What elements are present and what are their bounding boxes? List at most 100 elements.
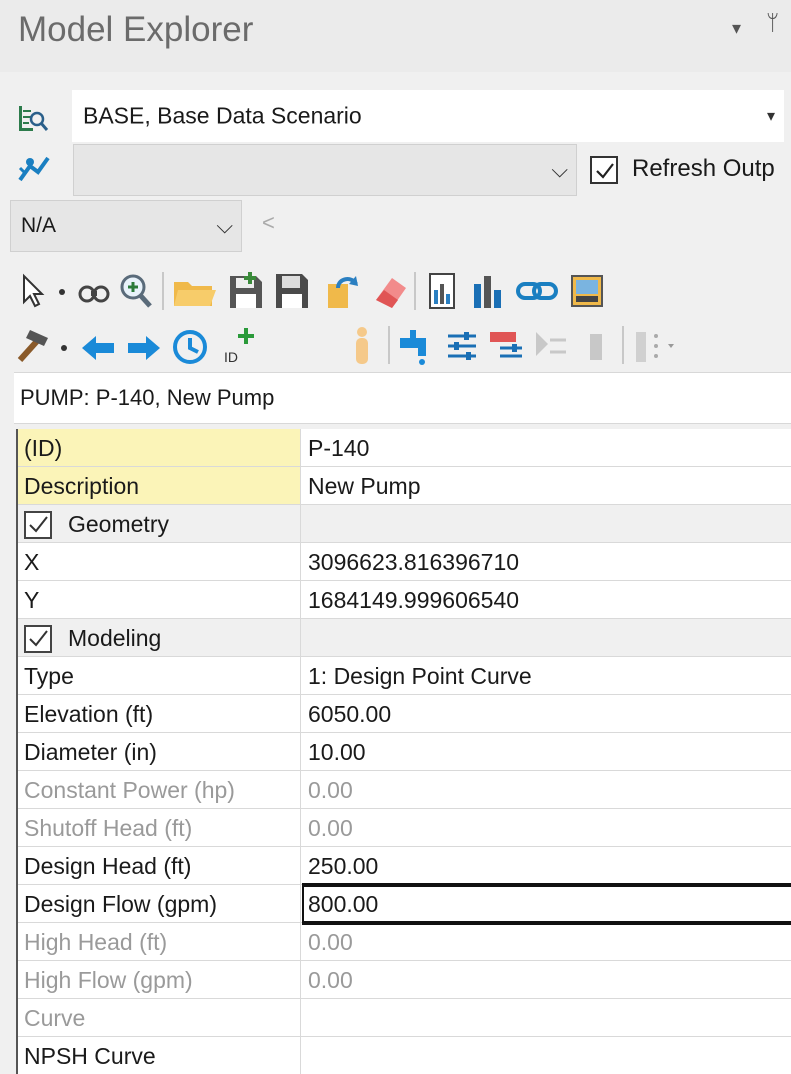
alternative-dropdown[interactable]: ⌵: [73, 144, 577, 196]
property-row[interactable]: Design Head (ft) 250.00: [18, 847, 791, 885]
property-row[interactable]: Elevation (ft) 6050.00: [18, 695, 791, 733]
image-icon[interactable]: [566, 270, 606, 312]
collapse-checkbox[interactable]: [24, 511, 52, 539]
person-icon[interactable]: [342, 324, 382, 366]
property-label: Constant Power (hp): [24, 777, 235, 803]
pin-icon[interactable]: ᛘ: [766, 10, 779, 36]
trash-icon[interactable]: [576, 324, 616, 366]
property-value[interactable]: P-140: [308, 435, 369, 462]
property-label: High Head (ft): [24, 929, 168, 955]
timestep-dropdown[interactable]: N/A ⌵: [10, 200, 242, 252]
property-row[interactable]: Shutoff Head (ft) 0.00: [18, 809, 791, 847]
arrow-right-icon[interactable]: [124, 324, 164, 366]
property-label: Description: [24, 473, 140, 499]
toolbar-separator: [622, 326, 624, 364]
category-label: Geometry: [68, 511, 169, 537]
pointer-dropdown-icon[interactable]: [54, 270, 74, 312]
property-value[interactable]: 10.00: [308, 739, 366, 766]
property-row[interactable]: (ID) P-140: [18, 429, 791, 467]
property-row[interactable]: Description New Pump: [18, 467, 791, 505]
property-label: Design Flow (gpm): [24, 891, 217, 917]
history-icon[interactable]: [168, 324, 216, 366]
undo-icon[interactable]: [322, 270, 362, 312]
alternative-icon: [16, 154, 52, 190]
property-label: (ID): [24, 435, 63, 461]
property-value[interactable]: 1684149.999606540: [308, 587, 519, 614]
property-value[interactable]: New Pump: [308, 473, 420, 500]
property-label: Elevation (ft): [24, 701, 154, 727]
property-label: Curve: [24, 1005, 86, 1031]
category-row-modeling[interactable]: Modeling: [18, 619, 791, 657]
column-divider: [300, 543, 301, 580]
column-divider: [300, 847, 301, 884]
select-pointer-icon[interactable]: [14, 270, 54, 312]
property-value[interactable]: 6050.00: [308, 701, 391, 728]
column-divider: [300, 1037, 301, 1074]
property-value: 0.00: [308, 967, 353, 993]
column-divider: [300, 999, 301, 1036]
eraser-icon[interactable]: [370, 270, 410, 312]
hammer-dropdown-icon[interactable]: [56, 324, 76, 366]
column-divider: [300, 733, 301, 770]
property-label: Shutoff Head (ft): [24, 815, 193, 841]
column-divider: [300, 809, 301, 846]
collapse-checkbox[interactable]: [24, 625, 52, 653]
toolbar-separator: [414, 272, 416, 310]
add-id-icon[interactable]: ID: [220, 324, 266, 366]
column-divider: [300, 771, 301, 808]
more-icon[interactable]: [630, 324, 680, 366]
column-divider: [300, 657, 301, 694]
property-label: X: [24, 549, 40, 575]
property-value[interactable]: 1: Design Point Curve: [308, 663, 532, 690]
arrow-left-icon[interactable]: [78, 324, 118, 366]
toolbar-separator: [162, 272, 164, 310]
scenario-icon: [16, 104, 50, 140]
property-value: 0.00: [308, 815, 353, 841]
toolbar-row-2: ID: [12, 318, 782, 372]
faucet-icon[interactable]: [396, 324, 436, 366]
element-header: PUMP: P-140, New Pump: [14, 372, 791, 424]
property-row[interactable]: Constant Power (hp) 0.00: [18, 771, 791, 809]
save-as-icon[interactable]: [272, 270, 312, 312]
property-row[interactable]: High Head (ft) 0.00: [18, 923, 791, 961]
report-icon[interactable]: [422, 270, 462, 312]
property-row[interactable]: Curve: [18, 999, 791, 1037]
property-label: Type: [24, 663, 74, 689]
open-folder-icon[interactable]: [170, 270, 218, 312]
column-divider: [300, 619, 301, 656]
property-row[interactable]: X 3096623.816396710: [18, 543, 791, 581]
save-icon[interactable]: [226, 270, 266, 312]
property-label: Diameter (in): [24, 739, 157, 765]
active-edit-cell[interactable]: [302, 883, 791, 925]
scenario-dropdown[interactable]: BASE, Base Data Scenario ▾: [72, 90, 784, 142]
settings-sliders-icon[interactable]: [442, 324, 482, 366]
refresh-output-checkbox[interactable]: [590, 156, 618, 184]
property-row[interactable]: Y 1684149.999606540: [18, 581, 791, 619]
property-label: Y: [24, 587, 40, 613]
property-value: 0.00: [308, 929, 353, 955]
property-row[interactable]: Diameter (in) 10.00: [18, 733, 791, 771]
property-row[interactable]: High Flow (gpm) 0.00: [18, 961, 791, 999]
property-row[interactable]: Type 1: Design Point Curve: [18, 657, 791, 695]
property-row[interactable]: NPSH Curve: [18, 1037, 791, 1074]
bar-chart-icon[interactable]: [468, 270, 508, 312]
panel-menu-dropdown[interactable]: ▾: [732, 18, 741, 39]
category-row-geometry[interactable]: Geometry: [18, 505, 791, 543]
column-divider: [300, 581, 301, 618]
link-icon[interactable]: [514, 270, 562, 312]
chevron-down-icon: ⌵: [216, 213, 233, 238]
property-row[interactable]: Design Flow (gpm) 800.00: [18, 883, 791, 925]
property-value: 0.00: [308, 777, 353, 803]
refresh-output-label: Refresh Outp: [632, 155, 775, 182]
hammer-icon[interactable]: [14, 324, 54, 366]
column-divider: [300, 505, 301, 542]
filter-icon[interactable]: [530, 324, 570, 366]
property-value[interactable]: 250.00: [308, 853, 378, 880]
binoculars-icon[interactable]: [74, 270, 114, 312]
property-value[interactable]: 3096623.816396710: [308, 549, 519, 576]
property-label: High Flow (gpm): [24, 967, 193, 993]
timestep-back-button[interactable]: <: [262, 210, 275, 236]
timestep-value: N/A: [21, 214, 57, 237]
zoom-icon[interactable]: [116, 270, 156, 312]
valve-settings-icon[interactable]: [486, 324, 526, 366]
